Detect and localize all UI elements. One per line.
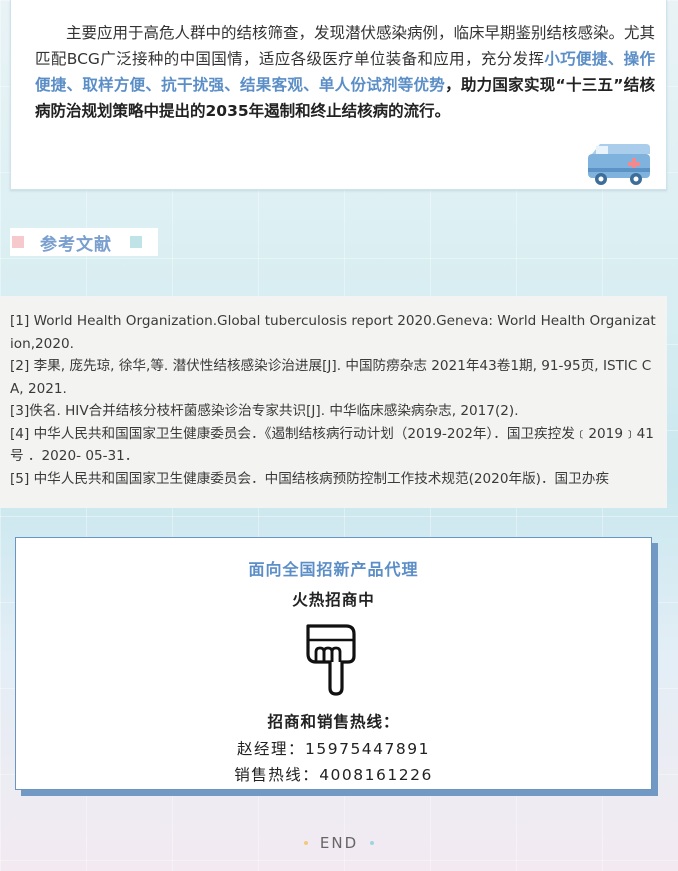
pink-square-icon: [12, 236, 24, 248]
recruiting-subheadline: 火热招商中: [292, 591, 375, 609]
end-text: END: [319, 834, 359, 852]
references-heading: 参考文献: [10, 228, 158, 256]
reference-item-4: [4] 中华人民共和国国家卫生健康委员会．《遏制结核病行动计划（2019-202…: [10, 425, 654, 465]
reference-item-1: [1] World Health Organization.Global tub…: [10, 313, 656, 352]
intro-paragraph: 主要应用于高危人群中的结核筛查，发现潜伏感染病例，临床早期鉴别结核感染。尤其匹配…: [35, 20, 655, 124]
references-title: 参考文献: [40, 234, 112, 255]
reference-item-2: [2] 李果, 庞先琼, 徐华,等. 潜伏性结核感染诊治进展[J]. 中国防痨杂…: [10, 358, 652, 397]
contact-card: 面向全国招新产品代理 火热招商中 招商和销售热线： 赵经理：1597544789…: [15, 537, 652, 790]
mint-square-icon: [130, 236, 142, 248]
manager-phone[interactable]: 赵经理：15975447891: [16, 736, 651, 762]
reference-item-3: [3]佚名. HIV合并结核分枝杆菌感染诊治专家共识[J]. 中华临床感染病杂志…: [10, 403, 519, 419]
agent-recruit-headline: 面向全国招新产品代理: [248, 560, 419, 579]
hotline-label: 招商和销售热线：: [267, 713, 400, 731]
left-dot-icon: [303, 841, 308, 845]
ambulance-icon: [588, 144, 650, 185]
right-dot-icon: [370, 841, 375, 845]
pointing-down-hand-icon: [305, 624, 356, 696]
end-marker: END: [0, 832, 678, 854]
intro-card: 主要应用于高危人群中的结核筛查，发现潜伏感染病例，临床早期鉴别结核感染。尤其匹配…: [10, 0, 667, 190]
references-box: [1] World Health Organization.Global tub…: [0, 296, 667, 508]
sales-hotline[interactable]: 销售热线：4008161226: [16, 762, 651, 788]
reference-item-5: [5] 中华人民共和国国家卫生健康委员会．中国结核病预防控制工作技术规范(202…: [10, 470, 609, 487]
